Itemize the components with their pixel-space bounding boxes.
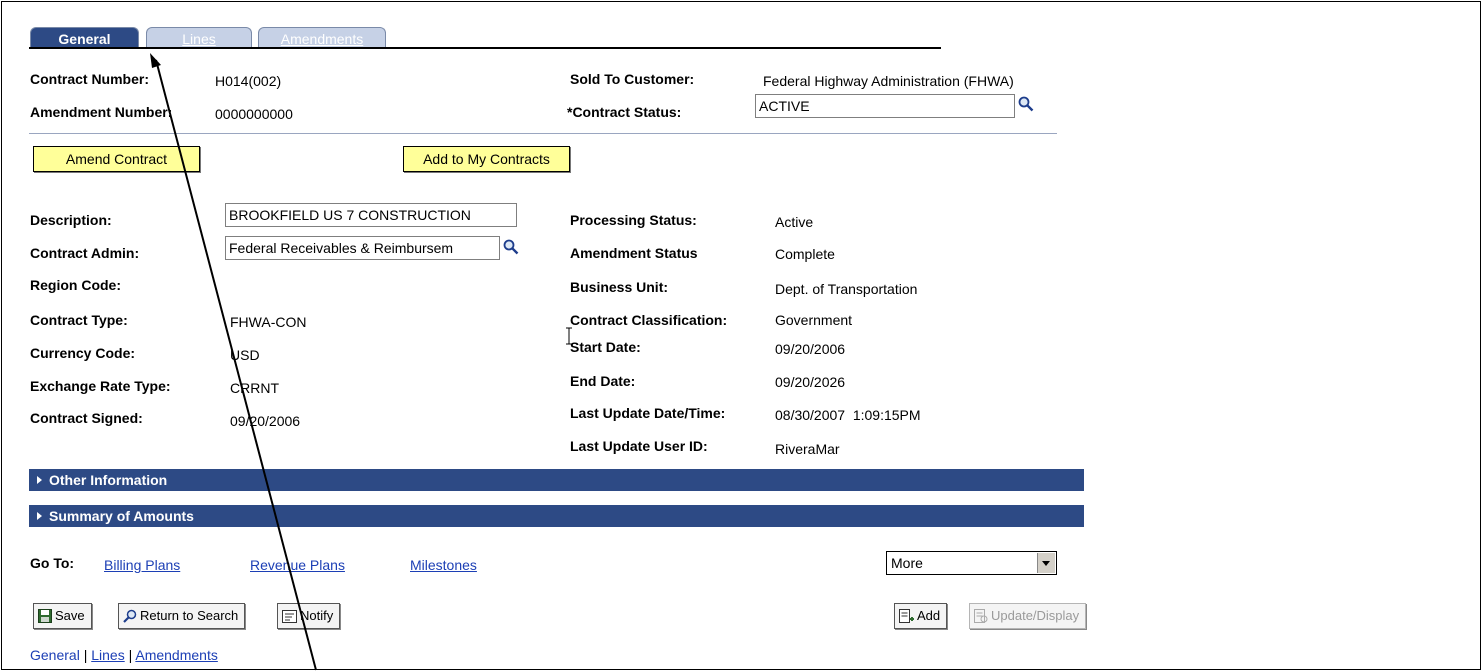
annotation-arrow — [150, 53, 317, 671]
